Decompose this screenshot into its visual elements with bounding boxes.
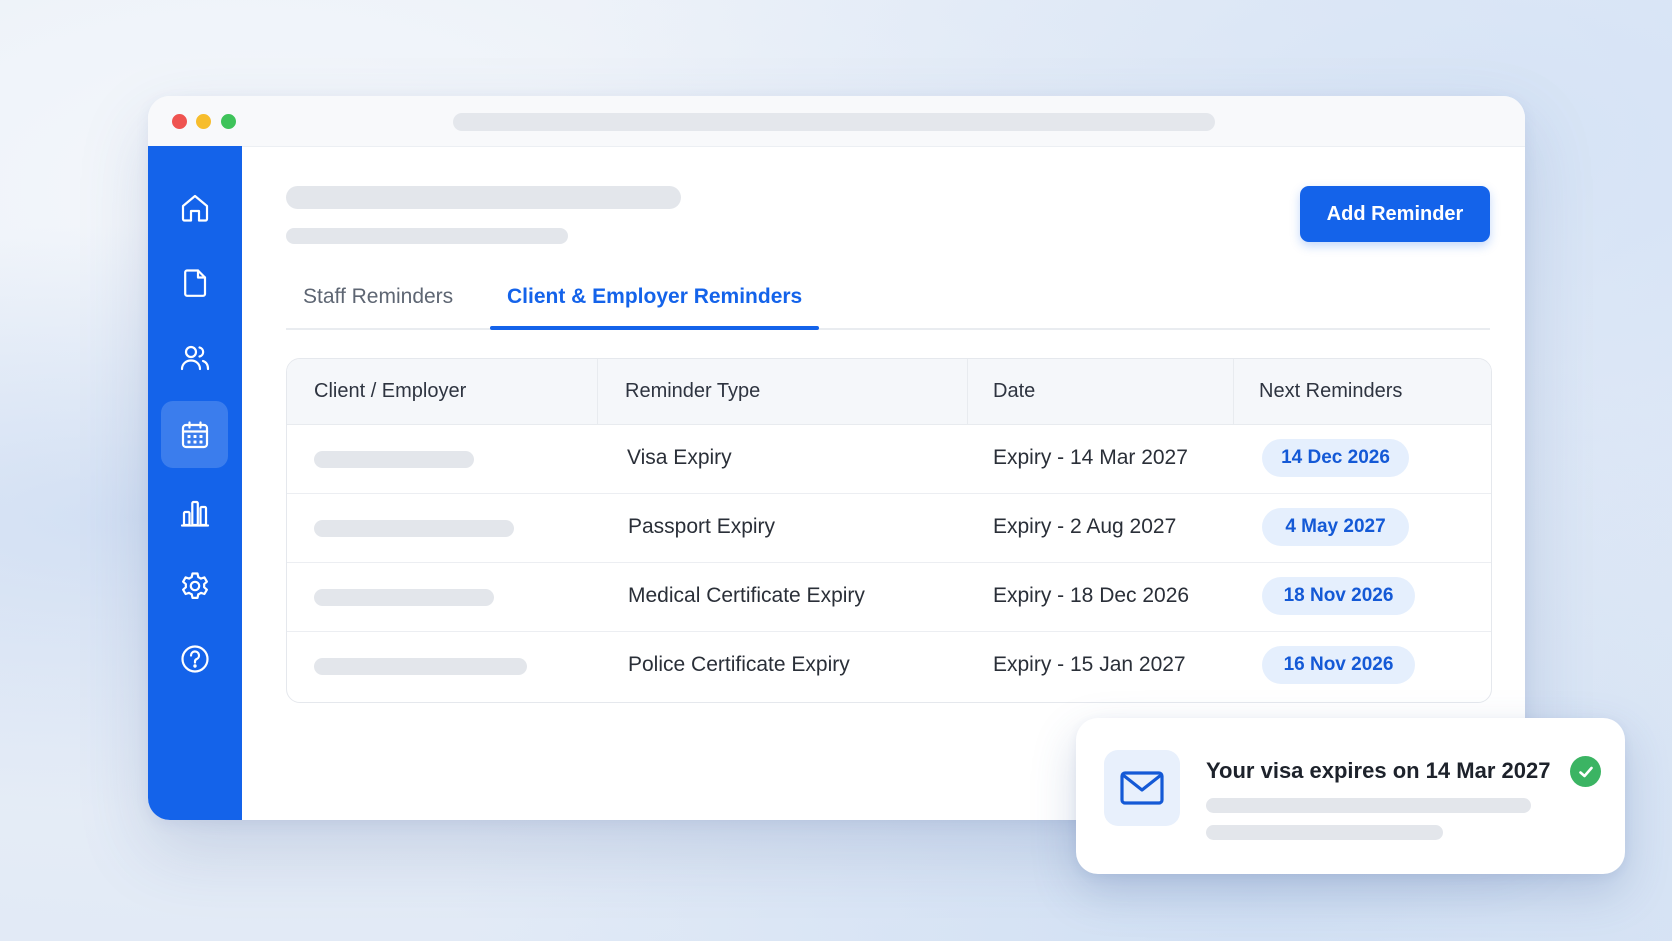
table-row[interactable]: Police Certificate Expiry Expiry - 15 Ja… <box>287 631 1491 700</box>
minimize-window-button[interactable] <box>196 114 211 129</box>
client-name-placeholder <box>314 520 514 537</box>
page-subtitle-placeholder <box>286 228 568 244</box>
column-header-client-employer[interactable]: Client / Employer <box>314 359 466 424</box>
date-cell: Expiry - 18 Dec 2026 <box>993 584 1190 607</box>
column-header-reminder-type[interactable]: Reminder Type <box>625 359 760 424</box>
notification-line-placeholder <box>1206 825 1443 840</box>
window-titlebar <box>148 96 1525 147</box>
reminder-type-cell: Passport Expiry <box>628 515 776 538</box>
maximize-window-button[interactable] <box>221 114 236 129</box>
page-title-placeholder <box>286 186 681 209</box>
column-divider <box>597 359 598 424</box>
close-window-button[interactable] <box>172 114 187 129</box>
next-reminder-badge[interactable]: 16 Nov 2026 <box>1262 646 1415 684</box>
reminder-type-cell: Police Certificate Expiry <box>628 653 850 676</box>
sidebar-item-documents[interactable] <box>161 249 228 316</box>
table-row[interactable]: Medical Certificate Expiry Expiry - 18 D… <box>287 562 1491 632</box>
notification-line-placeholder <box>1206 798 1531 813</box>
sidebar-item-reports[interactable] <box>161 479 228 546</box>
notification-title: Your visa expires on 14 Mar 2027 <box>1206 758 1551 783</box>
gear-icon <box>181 571 208 599</box>
reminder-type-cell: Medical Certificate Expiry <box>628 584 865 607</box>
client-name-placeholder <box>314 589 494 606</box>
notification-toast[interactable]: Your visa expires on 14 Mar 2027 <box>1076 718 1625 874</box>
column-header-date[interactable]: Date <box>993 359 1035 424</box>
column-divider <box>1233 359 1234 424</box>
reminder-tabs: Staff Reminders Client & Employer Remind… <box>286 266 1490 330</box>
column-header-next-reminders[interactable]: Next Reminders <box>1259 359 1402 424</box>
reminder-type-cell: Visa Expiry <box>627 446 732 469</box>
tab-staff-reminders[interactable]: Staff Reminders <box>286 266 470 328</box>
calendar-icon <box>181 420 208 448</box>
date-cell: Expiry - 15 Jan 2027 <box>993 653 1186 676</box>
table-row[interactable]: Visa Expiry Expiry - 14 Mar 2027 14 Dec … <box>287 424 1491 494</box>
users-icon <box>180 345 209 370</box>
mail-icon <box>1120 771 1164 805</box>
home-icon <box>181 194 208 222</box>
address-bar[interactable] <box>453 113 1215 131</box>
sidebar-item-help[interactable] <box>161 625 228 692</box>
add-reminder-button[interactable]: Add Reminder <box>1300 186 1490 242</box>
reminders-table: Client / Employer Reminder Type Date Nex… <box>286 358 1492 703</box>
sidebar-item-users[interactable] <box>161 324 228 391</box>
app-window: Add Reminder Staff Reminders Client & Em… <box>148 96 1525 820</box>
mail-icon-container <box>1104 750 1180 826</box>
table-header: Client / Employer Reminder Type Date Nex… <box>287 359 1491 425</box>
date-cell: Expiry - 14 Mar 2027 <box>993 446 1188 469</box>
bar-chart-icon <box>180 500 209 527</box>
help-icon <box>180 644 209 673</box>
column-divider <box>967 359 968 424</box>
next-reminder-badge[interactable]: 14 Dec 2026 <box>1262 439 1409 477</box>
table-row[interactable]: Passport Expiry Expiry - 2 Aug 2027 4 Ma… <box>287 493 1491 563</box>
sidebar-item-home[interactable] <box>161 174 228 241</box>
client-name-placeholder <box>314 658 527 675</box>
date-cell: Expiry - 2 Aug 2027 <box>993 515 1177 538</box>
next-reminder-badge[interactable]: 4 May 2027 <box>1262 508 1409 546</box>
sidebar-item-settings[interactable] <box>161 552 228 619</box>
check-icon <box>1570 756 1601 787</box>
document-icon <box>183 268 206 297</box>
sidebar-item-calendar[interactable] <box>161 401 228 468</box>
client-name-placeholder <box>314 451 474 468</box>
next-reminder-badge[interactable]: 18 Nov 2026 <box>1262 577 1415 615</box>
tab-client-employer-reminders[interactable]: Client & Employer Reminders <box>490 266 820 330</box>
sidebar <box>148 146 242 820</box>
